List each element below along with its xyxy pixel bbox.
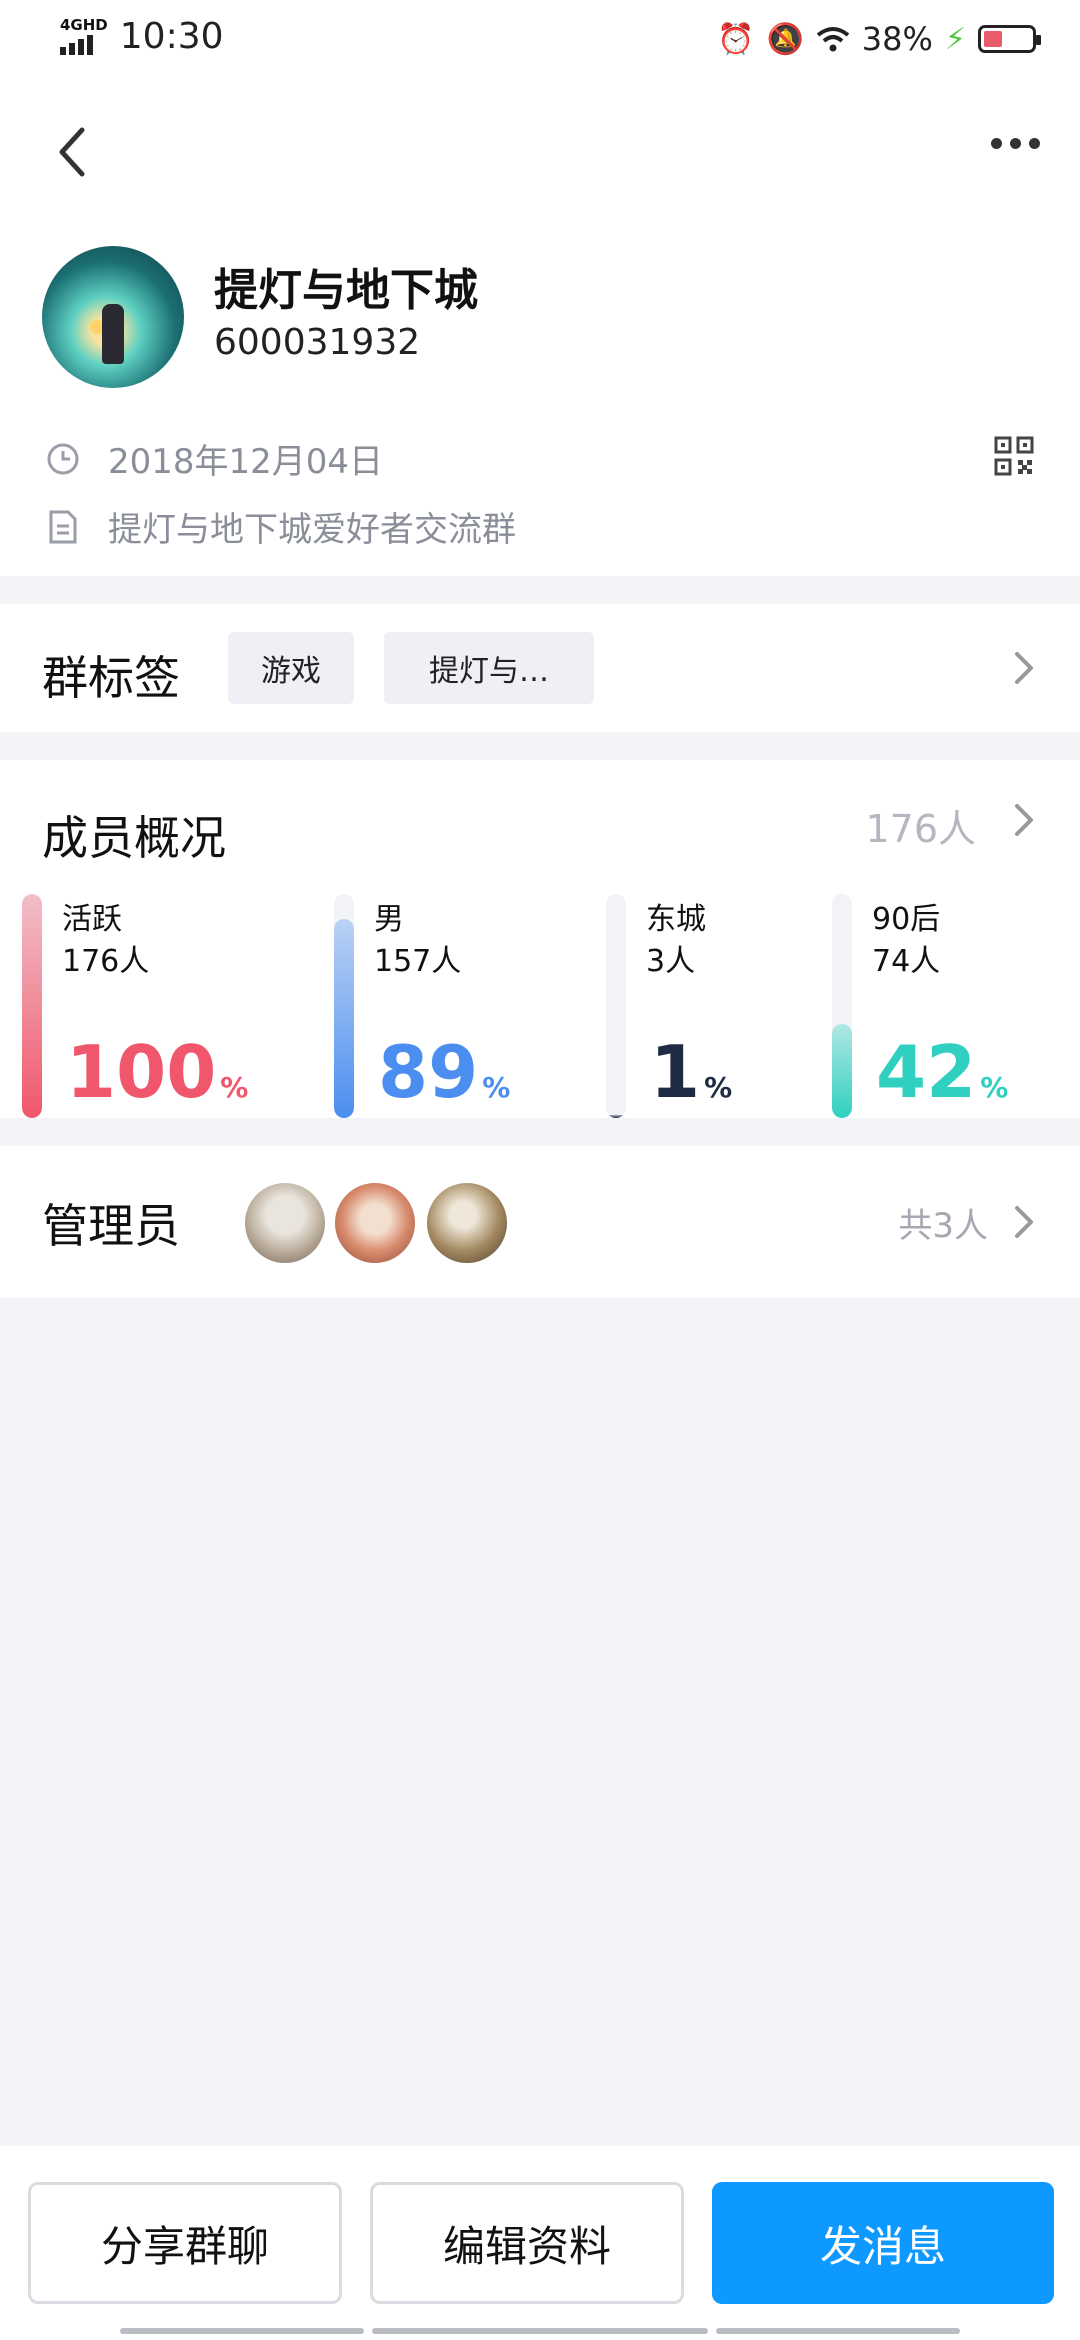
more-dot-icon [1010, 138, 1021, 149]
status-right: ⏰ 🔕 38% ⚡ [717, 20, 1041, 58]
admins-row[interactable]: 管理员 共3人 [0, 1146, 1080, 1298]
stat-label: 男 [374, 902, 404, 937]
members-overview[interactable]: 成员概况 176人 活跃 176人 100% 男 157人 89% 东城 3人 … [0, 760, 1080, 1118]
stat-bar [22, 894, 42, 1118]
share-group-button[interactable]: 分享群聊 [28, 2182, 342, 2304]
group-id: 600031932 [214, 322, 421, 363]
qr-code-icon [994, 436, 1034, 476]
percent-sign: % [482, 1071, 511, 1104]
description-row: 提灯与地下城爱好者交流群 [44, 502, 516, 551]
group-tags-row[interactable]: 群标签 游戏 提灯与… [0, 604, 1080, 732]
more-dot-icon [991, 138, 1002, 149]
stat-percent-value: 42 [876, 1030, 977, 1114]
send-message-button[interactable]: 发消息 [712, 2182, 1054, 2304]
created-date-row: 2018年12月04日 [44, 434, 383, 483]
percent-sign: % [220, 1071, 249, 1104]
group-description: 提灯与地下城爱好者交流群 [108, 510, 516, 550]
stat-label: 活跃 [62, 902, 122, 937]
admin-avatar [332, 1180, 418, 1266]
bottom-action-bar: 分享群聊 编辑资料 发消息 [0, 2146, 1080, 2340]
charging-icon: ⚡ [944, 21, 966, 57]
avatar-figure [102, 304, 124, 364]
stat-track [334, 894, 354, 1118]
members-count: 176人 [865, 807, 976, 851]
status-left: 4GHD 10:30 [60, 16, 224, 57]
tags-title: 群标签 [42, 651, 180, 705]
signal-icon [60, 33, 108, 55]
admins-count: 共3人 [898, 1206, 988, 1246]
chevron-right-icon [1015, 652, 1033, 684]
admins-title: 管理员 [42, 1199, 180, 1253]
stat-percent: 1% [650, 1036, 732, 1124]
wifi-icon [816, 27, 850, 52]
admin-avatar [424, 1180, 510, 1266]
stat-bar [832, 1024, 852, 1118]
clock-icon [44, 440, 82, 478]
stat-percent: 89% [378, 1036, 510, 1124]
chevron-right-icon [1015, 1206, 1033, 1238]
stat-percent-value: 89 [378, 1030, 479, 1114]
chevron-right-icon [1015, 804, 1033, 836]
tag-chip: 游戏 [228, 632, 354, 704]
stat-percent: 42% [876, 1036, 1008, 1124]
network-type: 4GHD [60, 16, 108, 34]
document-icon [44, 508, 82, 546]
group-name: 提灯与地下城 [214, 265, 478, 316]
back-button[interactable] [52, 122, 92, 182]
stat-percent: 100% [66, 1036, 248, 1124]
alarm-icon: ⏰ [717, 21, 755, 57]
percent-sign: % [980, 1071, 1009, 1104]
stat-count: 3人 [646, 944, 696, 979]
stat-count: 157人 [374, 944, 462, 979]
tag-chip: 提灯与… [384, 632, 594, 704]
admin-avatar [242, 1180, 328, 1266]
percent-sign: % [704, 1071, 733, 1104]
edit-profile-button[interactable]: 编辑资料 [370, 2182, 684, 2304]
stat-bar [334, 919, 354, 1118]
more-dot-icon [1029, 138, 1040, 149]
nav-indicator [716, 2328, 960, 2334]
mute-bell-icon: 🔕 [766, 21, 804, 57]
stat-percent-value: 1 [650, 1030, 701, 1114]
more-button[interactable] [991, 138, 1040, 149]
battery-percent: 38% [861, 20, 933, 58]
stat-track [22, 894, 42, 1118]
battery-icon [978, 25, 1041, 53]
stat-track [606, 894, 626, 1118]
stat-label: 90后 [872, 902, 941, 937]
group-avatar[interactable] [42, 246, 184, 388]
nav-indicator [372, 2328, 708, 2334]
clock: 10:30 [119, 16, 224, 57]
stat-percent-value: 100 [66, 1030, 217, 1114]
group-header: 提灯与地下城 600031932 2018年12月04日 提灯与地下城爱好者交流… [0, 84, 1080, 576]
chevron-left-icon [59, 127, 85, 177]
status-bar: 4GHD 10:30 ⏰ 🔕 38% ⚡ [0, 0, 1080, 84]
network-indicator: 4GHD [60, 18, 108, 55]
stat-count: 74人 [872, 944, 941, 979]
created-date: 2018年12月04日 [108, 442, 384, 482]
stat-track [832, 894, 852, 1118]
stat-count: 176人 [62, 944, 150, 979]
stat-bar [606, 1115, 626, 1118]
members-title: 成员概况 [42, 811, 226, 865]
qr-code-button[interactable] [994, 436, 1034, 476]
nav-indicator [120, 2328, 364, 2334]
stat-label: 东城 [646, 902, 706, 937]
